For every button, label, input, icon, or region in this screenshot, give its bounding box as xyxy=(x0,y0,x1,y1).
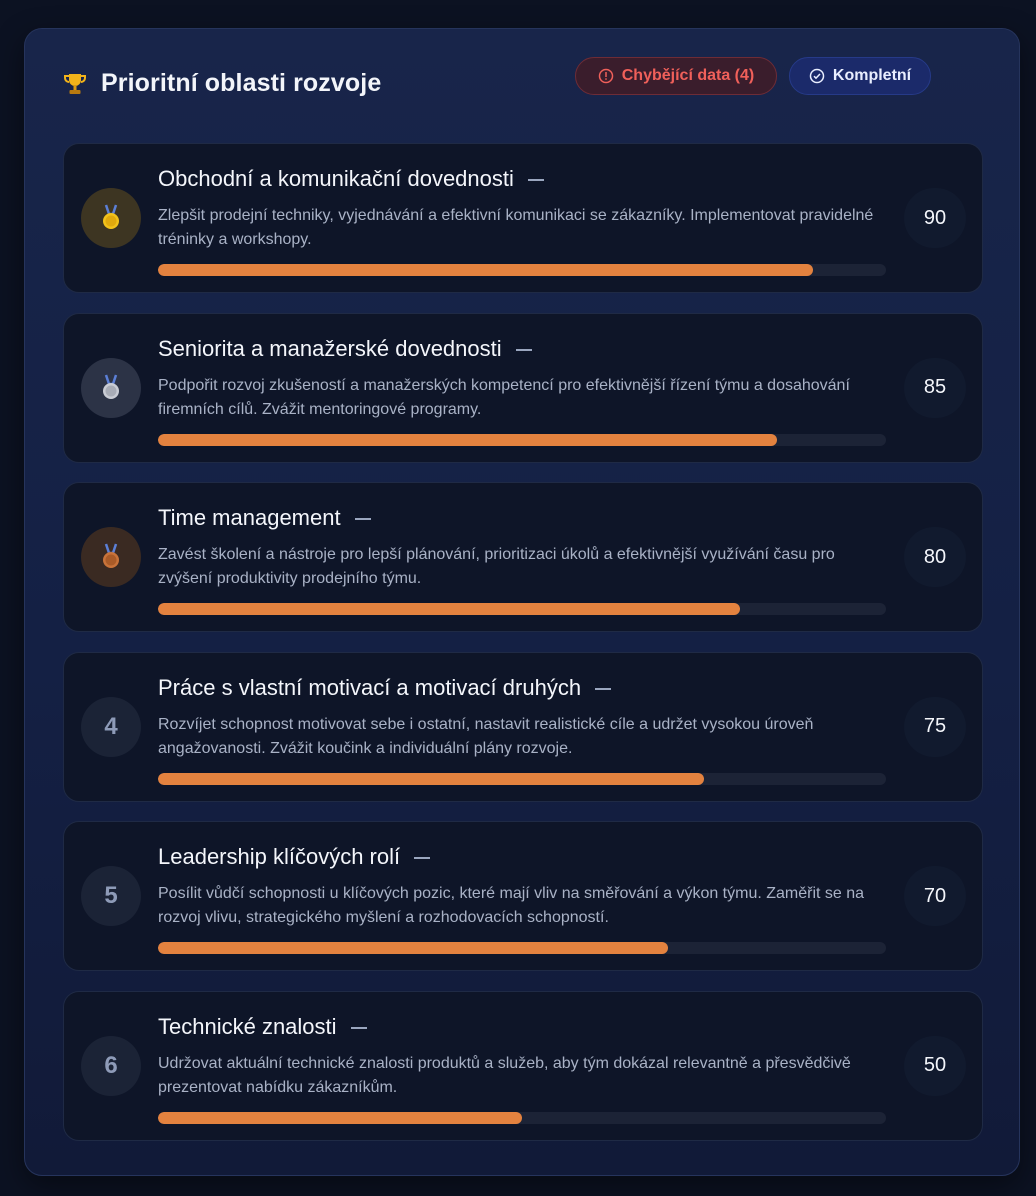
card-title: Technické znalosti xyxy=(158,1013,337,1039)
card-title-row: Technické znalosti xyxy=(158,1014,367,1040)
progress-fill xyxy=(158,264,814,276)
score-value: 80 xyxy=(904,527,966,587)
rank-badge: 6 xyxy=(81,1035,141,1096)
card-title: Time management xyxy=(158,505,341,530)
score-value: 75 xyxy=(904,696,966,757)
progress-fill xyxy=(158,603,741,615)
card-description: Zlepšit prodejní techniky, vyjednávání a… xyxy=(158,207,874,248)
complete-label: Kompletní xyxy=(832,67,912,84)
priority-list: Obchodní a komunikační dovednosti Zlepši… xyxy=(63,143,983,1160)
card-title: Obchodní a komunikační dovednosti xyxy=(158,166,514,191)
alert-circle-icon xyxy=(598,68,613,84)
card-title: Leadership klíčových rolí xyxy=(158,844,401,869)
trophy-icon xyxy=(61,70,89,98)
bronze-medal-icon xyxy=(103,543,119,568)
priority-card[interactable]: Seniorita a manažerské dovednosti Podpoř… xyxy=(63,312,983,463)
progress-bar xyxy=(158,264,886,276)
title-group: Prioritní oblasti rozvoje xyxy=(61,69,381,98)
card-title-row: Time management xyxy=(158,505,371,531)
missing-data-label: Chybějící data (4) xyxy=(621,67,755,84)
progress-bar xyxy=(158,772,886,785)
card-title-row: Obchodní a komunikační dovednosti xyxy=(158,166,544,192)
gold-medal-icon xyxy=(103,204,119,229)
complete-badge[interactable]: Kompletní xyxy=(789,57,931,95)
progress-fill xyxy=(158,1111,522,1124)
progress-bar xyxy=(158,433,886,446)
silver-medal-icon xyxy=(103,374,119,399)
rank-badge xyxy=(81,357,141,418)
progress-fill xyxy=(158,772,704,785)
panel-header: Prioritní oblasti rozvoje Chybějící data… xyxy=(61,57,983,101)
card-description: Rozvíjet schopnost motivovat sebe i osta… xyxy=(158,715,814,757)
dash-icon xyxy=(527,179,544,181)
score-value: 50 xyxy=(904,1035,966,1096)
card-description: Zavést školení a nástroje pro lepší plán… xyxy=(158,546,835,587)
priority-card[interactable]: Obchodní a komunikační dovednosti Zlepši… xyxy=(63,143,983,293)
page-title: Prioritní oblasti rozvoje xyxy=(101,69,382,97)
status-badges: Chybějící data (4) Kompletní xyxy=(575,57,931,95)
score-value: 85 xyxy=(904,357,966,418)
score-value: 90 xyxy=(904,188,966,248)
missing-data-badge[interactable]: Chybějící data (4) xyxy=(575,57,777,95)
card-title-row: Seniorita a manažerské dovednosti xyxy=(158,336,532,362)
card-title: Práce s vlastní motivací a motivací druh… xyxy=(158,674,582,700)
progress-fill xyxy=(158,433,777,446)
progress-bar xyxy=(158,1111,886,1124)
priority-card[interactable]: 5 Leadership klíčových rolí Posílit vůdč… xyxy=(63,821,983,971)
dash-icon xyxy=(354,518,371,520)
card-description: Podpořit rozvoj zkušeností a manažerskýc… xyxy=(158,376,850,418)
priority-card[interactable]: 6 Technické znalosti Udržovat aktuální t… xyxy=(63,990,983,1141)
priority-areas-panel: Prioritní oblasti rozvoje Chybějící data… xyxy=(24,28,1020,1176)
check-circle-icon xyxy=(809,68,825,84)
dash-icon xyxy=(414,857,431,859)
rank-badge xyxy=(81,188,141,248)
card-description: Posílit vůdčí schopnosti u klíčových poz… xyxy=(158,885,865,926)
dash-icon xyxy=(595,687,612,690)
card-title: Seniorita a manažerské dovednosti xyxy=(158,335,502,361)
rank-badge xyxy=(81,527,141,587)
rank-badge: 5 xyxy=(81,866,141,926)
dash-icon xyxy=(350,1026,367,1029)
rank-badge: 4 xyxy=(81,696,141,757)
card-description: Udržovat aktuální technické znalosti pro… xyxy=(158,1054,851,1096)
priority-card[interactable]: Time management Zavést školení a nástroj… xyxy=(63,482,983,632)
card-title-row: Práce s vlastní motivací a motivací druh… xyxy=(158,674,612,701)
card-title-row: Leadership klíčových rolí xyxy=(158,844,431,870)
progress-bar xyxy=(158,603,886,615)
priority-card[interactable]: 4 Práce s vlastní motivací a motivací dr… xyxy=(63,651,983,802)
score-value: 70 xyxy=(904,866,966,926)
progress-fill xyxy=(158,942,668,954)
dash-icon xyxy=(515,348,532,351)
progress-bar xyxy=(158,942,886,954)
